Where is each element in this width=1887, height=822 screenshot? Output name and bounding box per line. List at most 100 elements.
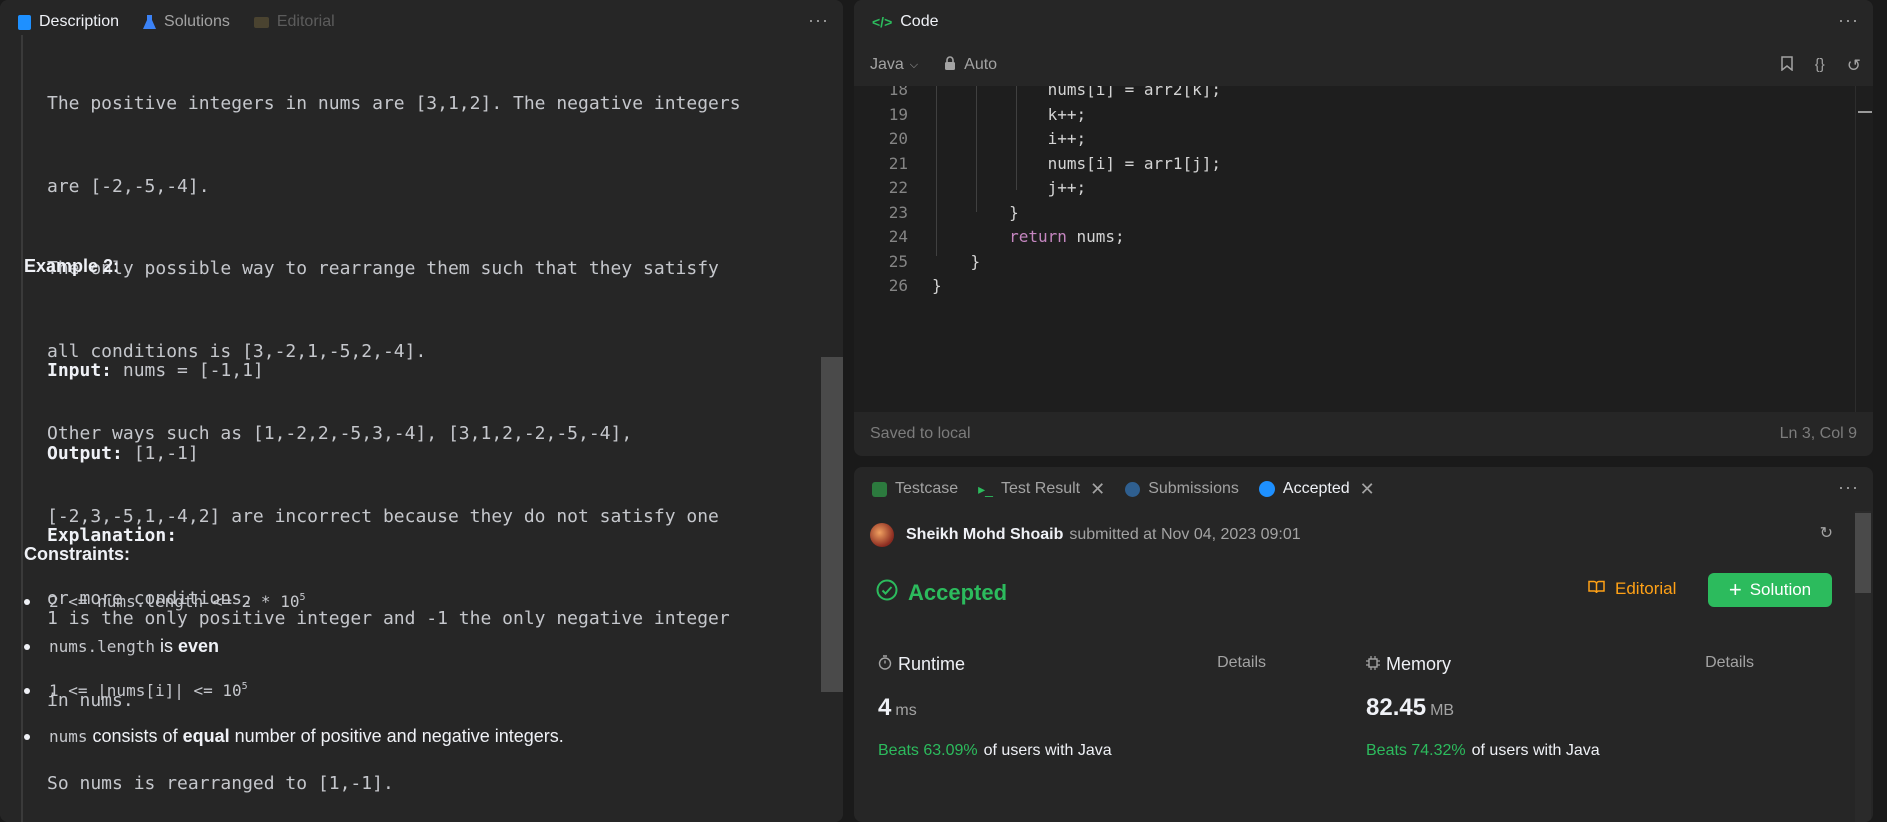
status-label: Accepted bbox=[908, 580, 1008, 605]
explanation-line: So nums is rearranged to [1,-1]. bbox=[47, 772, 394, 794]
constraint-text: consists of bbox=[87, 726, 183, 746]
description-panel: Description Solutions Editorial ··· The … bbox=[0, 0, 843, 822]
auto-mode[interactable]: Auto bbox=[944, 55, 998, 75]
mode-label: Auto bbox=[964, 56, 998, 73]
lock-icon bbox=[944, 55, 956, 75]
accepted-tab-icon bbox=[1258, 481, 1275, 497]
constraint-code: nums.length bbox=[49, 637, 155, 656]
testcase-icon bbox=[872, 481, 887, 497]
tab-label: Description bbox=[39, 13, 120, 30]
tab-label: Editorial bbox=[276, 13, 335, 30]
tab-description[interactable]: Description bbox=[18, 13, 119, 31]
tab-submissions[interactable]: Submissions bbox=[1125, 480, 1239, 498]
constraint-code: 1 <= |nums[i]| <= 105 bbox=[49, 681, 248, 700]
terminal-icon: ▸_ bbox=[978, 480, 993, 497]
code-line: nums[i] = arr1[j]; bbox=[932, 154, 1221, 173]
code-line: } bbox=[932, 203, 1019, 222]
close-icon[interactable]: ✕ bbox=[1090, 479, 1105, 500]
tab-label: Code bbox=[900, 13, 939, 30]
input-label: Input: bbox=[47, 360, 113, 381]
code-line: return nums; bbox=[1009, 227, 1125, 246]
description-content: The positive integers in nums are [3,1,2… bbox=[0, 35, 820, 822]
flask-icon bbox=[143, 14, 157, 30]
check-circle-icon bbox=[876, 579, 898, 607]
runtime-title: Runtime bbox=[878, 654, 965, 675]
reset-icon[interactable]: ↺ bbox=[1847, 56, 1861, 76]
line-number: 20 bbox=[888, 129, 908, 148]
output-value: [1,-1] bbox=[133, 442, 199, 464]
stopwatch-icon bbox=[878, 654, 892, 675]
tab-code[interactable]: </> Code bbox=[872, 13, 939, 31]
tab-accepted[interactable]: Accepted ✕ bbox=[1258, 479, 1375, 500]
description-scroll-thumb[interactable] bbox=[821, 357, 843, 692]
close-icon[interactable]: ✕ bbox=[1360, 479, 1375, 500]
code-editor[interactable]: 18 nums[i] = arr2[k]; 19 k++; 20 i++; 21… bbox=[854, 86, 1855, 412]
line-number: 25 bbox=[888, 252, 908, 271]
tab-solutions[interactable]: Solutions bbox=[143, 13, 230, 31]
memory-card[interactable]: Memory Details 82.45 MB Beats 74.32% of us… bbox=[1342, 642, 1768, 802]
more-options-icon[interactable]: ··· bbox=[808, 10, 829, 31]
line-number: 18 bbox=[888, 86, 908, 99]
accepted-status: Accepted bbox=[876, 579, 1007, 607]
memory-title: Memory bbox=[1366, 654, 1451, 675]
language-select[interactable]: Java ⌵ bbox=[870, 56, 918, 74]
avatar[interactable] bbox=[870, 523, 894, 547]
plus-icon: + bbox=[1728, 577, 1742, 602]
share-icon[interactable]: ↻ bbox=[1820, 523, 1833, 543]
description-icon bbox=[18, 14, 31, 30]
output-label: Output: bbox=[47, 442, 123, 464]
memory-details-link[interactable]: Details bbox=[1705, 654, 1754, 672]
solution-button[interactable]: + Solution bbox=[1708, 573, 1832, 607]
runtime-details-link[interactable]: Details bbox=[1217, 654, 1266, 672]
scroll-position-marker bbox=[1858, 111, 1872, 113]
constraint-code: 2 <= nums.length <= 2 * 105 bbox=[49, 592, 306, 611]
explanation-label: Explanation: bbox=[47, 525, 178, 546]
chip-icon bbox=[1366, 654, 1380, 675]
tab-label: Solutions bbox=[164, 13, 230, 30]
constraint-bold: even bbox=[177, 636, 220, 656]
memory-beats: Beats 74.32% of users with Java bbox=[1366, 742, 1600, 759]
tab-label: Submissions bbox=[1148, 480, 1239, 497]
runtime-value: 4 ms bbox=[878, 694, 917, 721]
book-icon bbox=[253, 16, 269, 28]
constraint-bold: equal bbox=[182, 726, 230, 746]
chevron-down-icon: ⌵ bbox=[909, 58, 919, 71]
line-number: 19 bbox=[888, 105, 908, 124]
editor-statusbar: Saved to local Ln 3, Col 9 bbox=[854, 412, 1873, 456]
code-line: } bbox=[932, 252, 981, 271]
memory-value: 82.45 MB bbox=[1366, 694, 1455, 721]
constraint-item: 1 <= |nums[i]| <= 105 bbox=[24, 681, 248, 700]
more-options-icon[interactable]: ··· bbox=[1838, 477, 1859, 498]
bullet bbox=[24, 687, 30, 694]
constraints-heading: Constraints: bbox=[24, 544, 131, 564]
submitted-at: submitted at Nov 04, 2023 09:01 bbox=[1069, 526, 1301, 543]
solution-label: Solution bbox=[1749, 580, 1812, 599]
result-panel: Testcase ▸_ Test Result ✕ Submissions Ac… bbox=[854, 467, 1873, 822]
line-number: 23 bbox=[888, 203, 908, 222]
tab-editorial[interactable]: Editorial bbox=[253, 13, 335, 31]
constraint-text: number of positive and negative integers… bbox=[229, 726, 564, 746]
constraint-code: nums bbox=[49, 727, 88, 746]
input-value: nums = [-1,1] bbox=[122, 360, 264, 381]
bookmark-icon[interactable] bbox=[1780, 56, 1793, 76]
line-number: 22 bbox=[888, 178, 908, 197]
book-open-icon bbox=[1588, 579, 1605, 599]
example-line: are [-2,-5,-4]. bbox=[47, 175, 210, 197]
editor-actions: {} ↺ bbox=[1780, 56, 1861, 76]
submitter-name[interactable]: Sheikh Mohd Shoaib bbox=[906, 526, 1063, 544]
editorial-button[interactable]: Editorial bbox=[1588, 579, 1676, 599]
tab-testcase[interactable]: Testcase bbox=[872, 480, 958, 498]
code-line: i++; bbox=[932, 129, 1087, 148]
tab-test-result[interactable]: ▸_ Test Result ✕ bbox=[978, 479, 1105, 500]
constraint-item: 2 <= nums.length <= 2 * 105 bbox=[24, 592, 305, 611]
example2-heading: Example 2: bbox=[24, 256, 120, 276]
result-scroll-thumb[interactable] bbox=[1855, 513, 1871, 593]
code-panel: </> Code ··· Java ⌵ Auto {} ↺ 18 nums[i]… bbox=[854, 0, 1873, 456]
editor-scrollbar[interactable] bbox=[1855, 86, 1873, 412]
line-number: 21 bbox=[888, 154, 908, 173]
runtime-beats: Beats 63.09% of users with Java bbox=[878, 742, 1112, 759]
runtime-card[interactable]: Runtime Details 4 ms Beats 63.09% of users… bbox=[854, 642, 1280, 802]
more-options-icon[interactable]: ··· bbox=[1838, 10, 1859, 31]
format-braces-icon[interactable]: {} bbox=[1815, 56, 1825, 76]
editorial-label: Editorial bbox=[1615, 579, 1677, 598]
